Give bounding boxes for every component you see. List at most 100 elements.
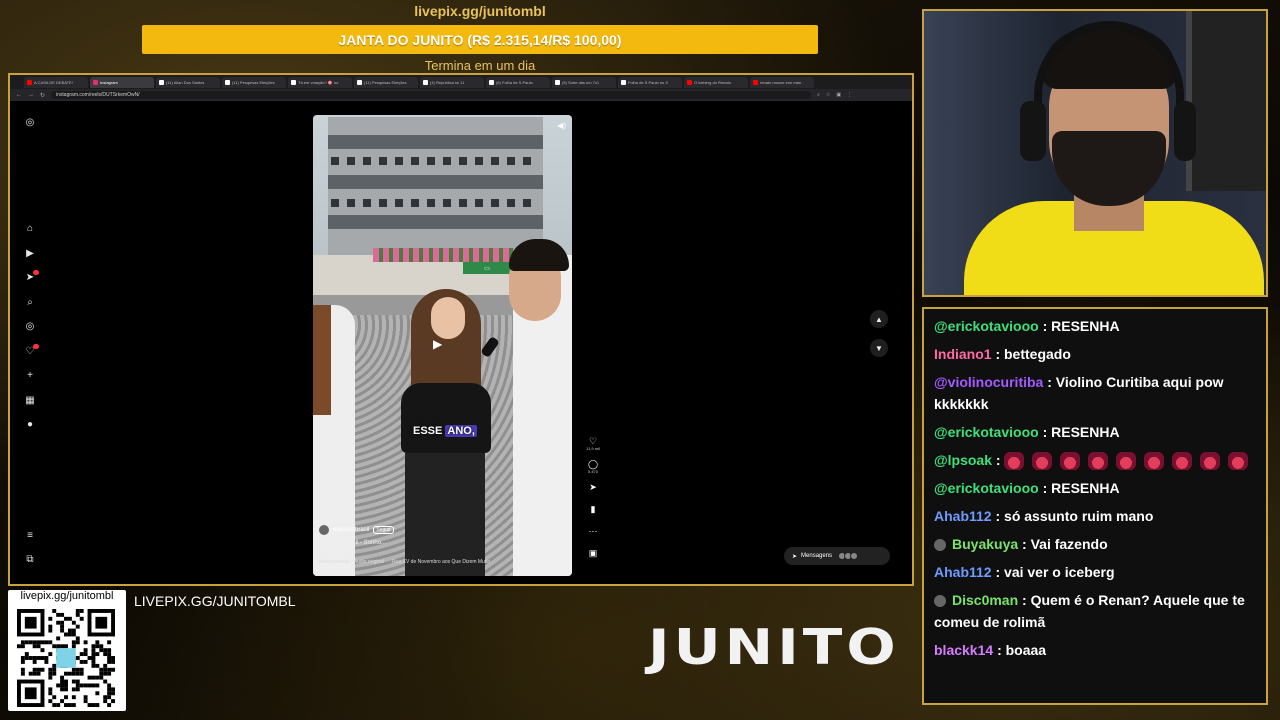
qr-module <box>32 656 37 660</box>
browser-tab[interactable]: (11) Pesquisas Eleições <box>354 76 418 88</box>
like-heart-icon[interactable]: ♡ <box>585 436 601 446</box>
forward-icon[interactable]: → <box>28 92 34 98</box>
save-bookmark-icon[interactable]: ▮ <box>585 504 601 514</box>
qr-module <box>75 683 80 688</box>
chat-username[interactable]: Ahab112 <box>934 564 992 580</box>
qr-module <box>95 663 100 668</box>
instagram-logo-icon[interactable]: ◎ <box>24 117 36 129</box>
goal-progress-bar: JANTA DO JUNITO (R$ 2.315,14/R$ 100,00) <box>142 25 818 54</box>
author-username[interactable]: eleicoesbrasil <box>333 527 369 533</box>
browser-tab[interactable]: renato mouse iron man <box>750 76 814 88</box>
tab-label: Folha de S.Paulo no X <box>628 79 669 85</box>
direct-icon[interactable]: ➤ <box>24 270 39 284</box>
messages-button[interactable]: ➤ Mensagens <box>784 547 890 565</box>
qr-module <box>103 652 108 657</box>
reel-video[interactable]: ▭ ▶ ◀) ESSE ANO, eleicoesbrasil Seguir E… <box>313 115 572 576</box>
reload-icon[interactable]: ↻ <box>40 92 45 99</box>
qr-module <box>67 632 72 637</box>
qr-module <box>60 620 65 625</box>
chat-username[interactable]: @erickotaviooo <box>934 424 1039 440</box>
qr-module <box>48 652 53 657</box>
reels-icon[interactable]: ▶ <box>24 248 36 260</box>
qr-module <box>28 656 33 660</box>
browser-tab[interactable]: Folha de S.Paulo no X <box>618 76 682 88</box>
browser-tab[interactable]: O iceberg do Renato <box>684 76 748 88</box>
share-icon[interactable]: ➤ <box>585 482 601 492</box>
qr-module <box>56 636 61 641</box>
browser-tab[interactable]: (6) Folha de S.Paulo <box>486 76 550 88</box>
browser-tab[interactable]: (11) Pesquisas Eleições <box>222 76 286 88</box>
zoom-icon[interactable]: ⌕ <box>817 92 820 98</box>
x-icon <box>555 79 560 85</box>
author-avatar[interactable] <box>319 525 329 535</box>
browser-tab[interactable]: A CASA DE DEBATE! <box>24 76 88 88</box>
qr-module <box>40 640 45 645</box>
qr-module <box>24 652 29 657</box>
chat-username[interactable]: @erickotaviooo <box>934 480 1039 496</box>
tab-label: (4) República se 11 <box>430 79 465 85</box>
chat-username[interactable]: @violinocuritiba <box>934 374 1043 390</box>
dashboard-icon[interactable]: ▦ <box>24 395 36 407</box>
audio-icon[interactable]: ◀) <box>557 121 566 130</box>
reel-description[interactable]: Eleições Brasil - Sonho... <box>319 540 386 546</box>
explore-icon[interactable]: ◎ <box>24 321 36 333</box>
chat-username[interactable]: blackk14 <box>934 642 993 658</box>
qr-module <box>107 667 112 672</box>
chat-username[interactable]: Buyakuya <box>952 536 1018 552</box>
qr-module <box>71 644 76 649</box>
qr-module <box>48 699 53 704</box>
qr-module <box>107 683 112 688</box>
more-menu-icon[interactable]: ≡ <box>24 530 36 542</box>
previous-reel-chevron-up-icon[interactable]: ▲ <box>870 310 888 328</box>
chat-message: Indiano1 : bettegado <box>934 343 1258 365</box>
qr-module <box>75 679 80 684</box>
qr-module <box>83 699 88 704</box>
qr-module <box>107 691 112 696</box>
qr-module <box>32 671 37 676</box>
extensions-icon[interactable]: ▣ <box>836 92 841 98</box>
search-icon[interactable]: ⌕ <box>24 297 36 309</box>
browser-tab[interactable]: Instagram <box>90 76 154 88</box>
browser-tab[interactable]: (5) Sobe das um 7x1 <box>552 76 616 88</box>
reel-audio-row: eleicoesbrasil · Áudio original Rua XV d… <box>319 559 567 565</box>
qr-module <box>75 636 80 641</box>
chat-username[interactable]: Ahab112 <box>934 508 992 524</box>
caption-word-highlight: ANO, <box>445 425 477 437</box>
audio-thumbnail-icon[interactable]: ▣ <box>585 548 601 558</box>
back-icon[interactable]: ← <box>16 92 22 98</box>
more-options-icon[interactable]: ⋯ <box>585 526 601 536</box>
caption-word: ESSE <box>413 425 443 437</box>
next-reel-chevron-down-icon[interactable]: ▼ <box>870 339 888 357</box>
woman-pants <box>405 453 485 576</box>
profile-avatar-icon[interactable]: ● <box>24 419 36 431</box>
create-plus-icon[interactable]: + <box>24 370 36 382</box>
browser-tab[interactable]: Tá em votação? 🎯 no <box>288 76 352 88</box>
chat-username[interactable]: @erickotaviooo <box>934 318 1039 334</box>
notifications-heart-icon[interactable]: ♡ <box>24 344 39 358</box>
browser-tab[interactable]: (11) Allan Dos Santos <box>156 76 220 88</box>
qr-module <box>36 667 41 672</box>
qr-module <box>36 671 41 676</box>
qr-module <box>107 695 112 700</box>
chat-username[interactable]: @lpsoak <box>934 452 992 468</box>
url-field[interactable]: instagram.com/reels/DUTSrkemOwN/ <box>51 91 812 99</box>
chat-username[interactable]: Disc0man <box>952 592 1018 608</box>
play-icon[interactable]: ▶ <box>433 337 442 351</box>
audio-label[interactable]: eleicoesbrasil · Áudio original <box>319 559 384 565</box>
qr-module <box>48 628 53 633</box>
location-label[interactable]: Rua XV de Novembro aos Que Dizem Muito <box>392 559 490 565</box>
follow-button[interactable]: Seguir <box>373 526 394 534</box>
meta-apps-icon[interactable]: ⧉ <box>24 554 36 566</box>
home-icon[interactable]: ⌂ <box>24 223 36 235</box>
comment-icon[interactable]: ◯ <box>585 459 601 469</box>
menu-dots-icon[interactable]: ⋮ <box>847 92 852 98</box>
qr-module <box>44 659 49 664</box>
qr-module <box>20 656 25 660</box>
bookmark-star-icon[interactable]: ☆ <box>826 92 830 98</box>
headset-right-cup <box>1174 101 1196 161</box>
qr-module <box>71 632 76 637</box>
qr-module <box>32 640 37 645</box>
chat-username[interactable]: Indiano1 <box>934 346 992 362</box>
browser-tab[interactable]: (4) República se 11 <box>420 76 484 88</box>
qr-module <box>32 644 37 649</box>
